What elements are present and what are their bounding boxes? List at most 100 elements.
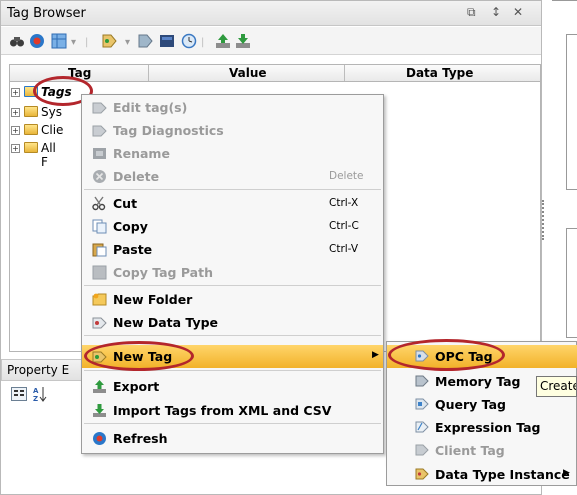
categorized-view-icon[interactable] [11,387,27,401]
submenu-arrow-icon: ▶ [372,350,379,360]
tree-node-label: Sys [41,105,62,119]
export-tags-icon[interactable] [215,33,231,49]
opc-tag-icon [415,350,429,362]
submenu-item-label: Data Type Instance [435,467,570,482]
menu-separator [84,189,381,190]
right-panel-edge [552,0,577,3]
panel-title: Tag Browser [7,6,86,21]
menu-shortcut: Delete [329,170,364,182]
folder-icon [24,142,38,153]
expand-icon[interactable]: + [11,88,20,97]
menu-separator [84,335,381,336]
pin-icon[interactable]: ↕ [491,5,501,19]
submenu-item-label: OPC Tag [435,349,493,364]
delete-icon [93,170,106,183]
column-divider[interactable] [148,65,149,81]
menu-shortcut: Ctrl-X [329,197,359,209]
binoculars-icon[interactable] [9,33,25,49]
submenu-item-opc-tag[interactable]: OPC Tag [387,345,577,368]
menu-item-new-data-type[interactable]: New Data Type [82,311,383,334]
menu-separator [84,370,381,371]
menu-item-label: Copy Tag Path [113,265,213,280]
menu-item-new-tag[interactable]: New Tag ▶ [82,345,383,368]
expand-icon[interactable]: + [11,126,20,135]
import-icon [93,404,106,417]
new-data-type-icon [92,317,107,329]
new-tag-submenu: OPC Tag Memory Tag Query Tag Expression … [386,341,577,465]
menu-item-new-folder[interactable]: New Folder [82,288,383,311]
submenu-item-label: Client Tag [435,443,505,458]
edit-tag-icon[interactable] [137,33,153,49]
menu-item-label: Rename [113,146,170,161]
right-panel-frame-2 [566,228,577,338]
submenu-arrow-icon: ▶ [563,468,570,478]
tree-node-label: Tags [41,85,72,99]
clock-icon[interactable] [181,33,197,49]
expand-icon[interactable]: + [11,144,20,153]
grid-icon[interactable] [51,33,67,49]
svg-text:Z: Z [33,395,38,402]
copy-icon [92,219,107,234]
sort-alphabetical-icon[interactable]: A Z [33,386,47,402]
menu-item-label: Refresh [113,431,168,446]
column-header-data-type[interactable]: Data Type [406,66,473,80]
menu-item-export[interactable]: Export [82,375,383,398]
expand-icon[interactable]: + [11,108,20,117]
menu-item-rename[interactable]: Rename [82,142,383,165]
new-tag-icon [92,351,107,363]
splitter-handle[interactable] [542,200,544,240]
menu-item-label: Delete [113,169,160,184]
menu-item-paste[interactable]: Paste Ctrl-V [82,238,383,261]
menu-item-label: Paste [113,242,153,257]
menu-item-delete[interactable]: Delete Delete [82,165,383,188]
export-icon [93,380,106,393]
data-type-instance-icon [415,468,429,480]
scissors-icon [92,196,106,211]
tag-table-header: Tag Value Data Type [9,64,541,82]
dropdown-arrow-icon-2[interactable]: ▾ [125,37,130,48]
menu-item-edit-tags[interactable]: Edit tag(s) [82,96,383,119]
memory-tag-icon [415,375,429,387]
menu-item-label: New Folder [113,292,193,307]
copy-tag-path-icon [92,265,107,280]
tree-node-label: All F [41,141,56,169]
menu-item-tag-diagnostics[interactable]: Tag Diagnostics [82,119,383,142]
submenu-item-label: Memory Tag [435,374,521,389]
column-header-tag[interactable]: Tag [68,66,91,80]
property-editor-title: Property E [7,363,70,377]
refresh-icon [93,432,106,445]
column-divider-2[interactable] [344,65,345,81]
menu-item-copy-tag-path[interactable]: Copy Tag Path [82,261,383,284]
tag-diagnostics-icon [92,125,107,137]
submenu-item-client-tag[interactable]: Client Tag [387,439,577,462]
dropdown-arrow-icon[interactable]: ▾ [71,37,76,48]
menu-item-cut[interactable]: Cut Ctrl-X [82,192,383,215]
menu-item-label: Tag Diagnostics [113,123,224,138]
submenu-item-data-type-instance[interactable]: Data Type Instance ▶ [386,463,577,486]
opc-server-icon[interactable] [159,33,175,49]
menu-item-label: Cut [113,196,138,211]
rename-icon [93,148,106,159]
menu-separator [84,285,381,286]
menu-shortcut: Ctrl-C [329,220,359,232]
import-tags-icon[interactable] [235,33,251,49]
menu-item-label: New Tag [113,349,173,364]
svg-text:A: A [33,387,39,395]
right-panel-frame [566,34,577,190]
float-window-icon[interactable]: ⧉ [467,5,476,20]
paste-icon [92,243,107,257]
menu-item-label: Export [113,379,160,394]
menu-item-copy[interactable]: Copy Ctrl-C [82,215,383,238]
menu-item-import-tags[interactable]: Import Tags from XML and CSV [82,399,383,422]
folder-icon [24,124,38,135]
menu-item-refresh[interactable]: Refresh [82,427,383,450]
query-tag-icon [415,398,429,410]
new-folder-icon [92,293,107,306]
tags-folder-icon [24,86,38,97]
refresh-browser-icon[interactable] [29,33,45,49]
add-tag-icon[interactable] [101,33,117,49]
tooltip: Create [536,376,577,397]
submenu-item-expression-tag[interactable]: Expression Tag [387,416,577,439]
close-icon[interactable]: ✕ [513,5,523,19]
column-header-value[interactable]: Value [229,66,267,80]
